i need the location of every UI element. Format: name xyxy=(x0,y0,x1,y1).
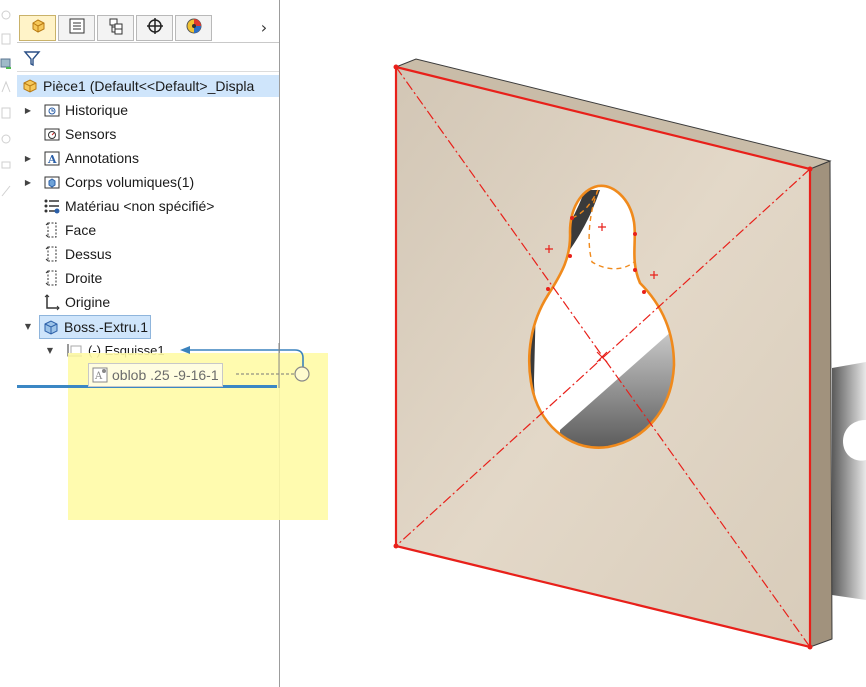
part-icon xyxy=(29,17,47,40)
sketch-point xyxy=(633,232,637,236)
tree-item-label: Face xyxy=(65,222,97,238)
sketch-point xyxy=(546,287,550,291)
tool-icon[interactable] xyxy=(0,8,12,22)
part-icon xyxy=(21,77,39,95)
tree-item-sensors[interactable]: Sensors xyxy=(43,123,116,145)
vertex-point xyxy=(393,64,399,70)
tool-icon[interactable] xyxy=(0,32,12,46)
dragged-item-label[interactable]: A oblob .25 -9-16-1 xyxy=(88,363,223,387)
sketch-point xyxy=(568,254,572,258)
annotations-icon: A xyxy=(43,149,61,167)
collapse-arrow-icon[interactable]: ▼ xyxy=(45,345,55,355)
filter-icon[interactable] xyxy=(23,49,41,72)
tree-item-solid-bodies[interactable]: Corps volumiques(1) xyxy=(43,171,194,193)
tool-icon[interactable] xyxy=(0,80,12,94)
dragged-item-text: oblob .25 -9-16-1 xyxy=(112,367,219,383)
tool-icon[interactable] xyxy=(0,132,12,146)
tree-item-material[interactable]: Matériau <non spécifié> xyxy=(43,195,214,217)
expand-arrow-icon[interactable]: ▶ xyxy=(23,177,33,187)
sketch-point xyxy=(642,290,646,294)
tree-item-label: Corps volumiques(1) xyxy=(65,174,195,190)
expand-arrow-icon[interactable]: ▶ xyxy=(23,105,33,115)
appearance-icon xyxy=(185,17,203,40)
filter-bar xyxy=(17,45,279,72)
tool-icon[interactable] xyxy=(0,184,12,198)
tree-item-plane-right[interactable]: Droite xyxy=(43,267,102,289)
tree-item-label: Origine xyxy=(65,294,111,310)
tree-item-boss-extrude[interactable]: Boss.-Extru.1 xyxy=(39,315,152,339)
tab-feature-manager[interactable] xyxy=(19,15,56,41)
tab-display-manager[interactable] xyxy=(175,15,212,41)
tree-item-origin[interactable]: Origine xyxy=(43,291,110,313)
tree-root-part[interactable]: Pièce1 (Default<<Default>_Displa xyxy=(17,75,279,97)
tree-item-label: Dessus xyxy=(65,246,112,262)
history-icon xyxy=(43,101,61,119)
tree-item-plane-face[interactable]: Face xyxy=(43,219,96,241)
feature-manager-panel: › Pièce1 (Default<<Default>_Displa ▶ His… xyxy=(17,0,280,687)
vertex-point xyxy=(393,543,399,549)
manager-tabs: › xyxy=(17,15,279,43)
tool-icon[interactable] xyxy=(0,158,12,172)
extrude-icon xyxy=(42,318,60,336)
sketch-point xyxy=(570,216,574,220)
svg-text:A: A xyxy=(47,153,57,166)
plane-icon xyxy=(43,245,61,263)
plane-icon xyxy=(43,269,61,287)
tree-item-annotations[interactable]: A Annotations xyxy=(43,147,139,169)
sketch-point xyxy=(633,268,637,272)
tree-item-label: Sensors xyxy=(65,126,117,142)
sensor-icon xyxy=(43,125,61,143)
tree-item-history[interactable]: Historique xyxy=(43,99,128,121)
tree-item-plane-top[interactable]: Dessus xyxy=(43,243,112,265)
material-icon xyxy=(43,197,61,215)
plane-icon xyxy=(43,221,61,239)
vertex-point xyxy=(807,166,813,172)
solid-bodies-icon xyxy=(43,173,61,191)
expand-arrow-icon[interactable]: ▶ xyxy=(23,153,33,163)
tree-item-label: Droite xyxy=(65,270,103,286)
library-feature-icon: A xyxy=(92,367,108,383)
tree-item-label: Boss.-Extru.1 xyxy=(64,319,149,335)
graphics-viewport[interactable] xyxy=(280,0,866,687)
more-tabs-chevron-icon[interactable]: › xyxy=(255,17,273,37)
tool-icon[interactable] xyxy=(0,106,12,120)
vertex-point xyxy=(807,644,813,650)
origin-icon xyxy=(43,293,61,311)
tool-icon[interactable] xyxy=(0,56,12,70)
tree-item-label: Matériau <non spécifié> xyxy=(65,198,215,214)
property-list-icon xyxy=(68,17,86,40)
tab-configuration-manager[interactable] xyxy=(97,15,134,41)
svg-text:A: A xyxy=(94,371,103,382)
tree-item-label: Historique xyxy=(65,102,129,118)
configuration-icon xyxy=(107,17,125,40)
command-strip xyxy=(0,0,17,687)
background-body-shadow xyxy=(832,362,866,600)
tab-property-manager[interactable] xyxy=(58,15,95,41)
tab-dimxpert-manager[interactable] xyxy=(136,15,173,41)
collapse-arrow-icon[interactable]: ▼ xyxy=(23,321,33,331)
part-side-face xyxy=(809,160,833,648)
crosshair-icon xyxy=(146,17,164,40)
tree-item-label: Annotations xyxy=(65,150,139,166)
tree-root-label: Pièce1 (Default<<Default>_Displa xyxy=(43,78,255,94)
